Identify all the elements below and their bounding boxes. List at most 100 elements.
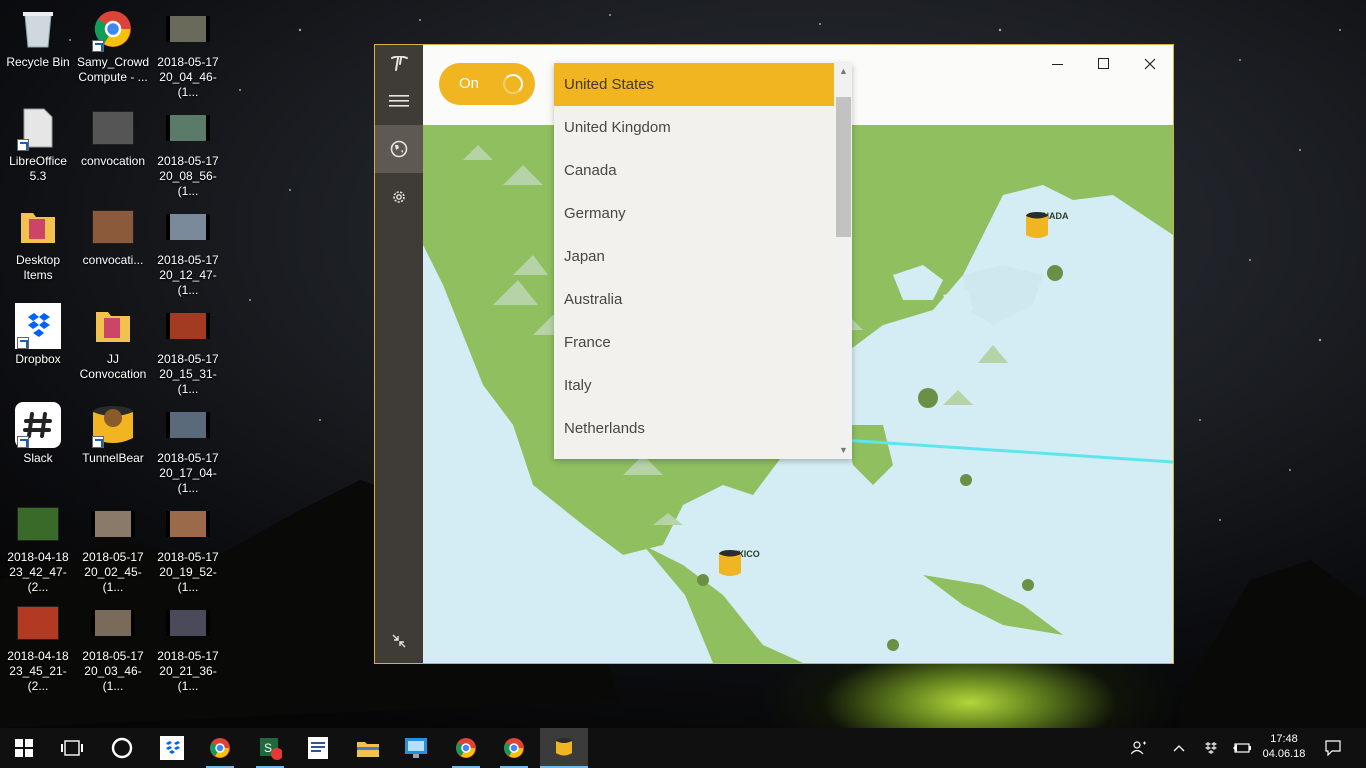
desktop-icon-image: [15, 501, 61, 547]
tunnelbear-window: On CANADA MEXICO United States United Ki…: [374, 44, 1174, 664]
desktop-icon[interactable]: 2018-05-17 20_17_04-(1...: [150, 402, 226, 496]
tunnel-line: [842, 438, 1173, 464]
canada-pin[interactable]: CANADA: [1024, 211, 1074, 238]
toggle-knob: [503, 74, 523, 94]
country-option[interactable]: Australia: [554, 278, 834, 321]
desktop-icon[interactable]: convocati...: [75, 204, 151, 268]
chrome-taskbar-icon-2[interactable]: [490, 728, 538, 768]
desktop-icon-label: 2018-04-18 23_42_47-(2...: [7, 550, 69, 594]
desktop-icon-label: JJ Convocation: [79, 352, 147, 381]
country-option[interactable]: Italy: [554, 364, 834, 407]
desktop-icon[interactable]: 2018-05-17 20_04_46-(1...: [150, 6, 226, 100]
country-dropdown[interactable]: United States United Kingdom Canada Germany…: [554, 63, 852, 459]
desktop-icon-label: 2018-05-17 20_19_52-(1...: [157, 550, 219, 594]
desktop-icon-label: convocati...: [82, 253, 144, 267]
desktop-icon-label: TunnelBear: [82, 451, 144, 465]
desktop-icon[interactable]: 2018-05-17 20_21_36-(1...: [150, 600, 226, 694]
desktop-icon[interactable]: JJ Convocation: [75, 303, 151, 382]
chevron-up-icon[interactable]: [1168, 728, 1190, 768]
globe-icon[interactable]: [375, 125, 423, 173]
chrome-canary-taskbar-icon[interactable]: [442, 728, 490, 768]
dropbox-taskbar-icon[interactable]: [148, 728, 196, 768]
minimize-button[interactable]: [1035, 49, 1081, 79]
country-option[interactable]: Japan: [554, 235, 834, 278]
desktop-icon-image: [90, 204, 136, 250]
notification-icon[interactable]: [1318, 728, 1348, 768]
desktop-icon-image: [15, 105, 61, 151]
chrome-taskbar-icon[interactable]: [196, 728, 244, 768]
word-taskbar-icon[interactable]: [294, 728, 342, 768]
country-option[interactable]: Netherlands: [554, 407, 834, 450]
task-view-icon[interactable]: [48, 728, 96, 768]
desktop-icon[interactable]: 2018-05-17 20_12_47-(1...: [150, 204, 226, 298]
desktop-icon-label: 2018-05-17 20_02_45-(1...: [82, 550, 144, 594]
desktop-icon[interactable]: Samy_Crowd Compute - ...: [75, 6, 151, 85]
taskbar-clock[interactable]: 17:48 04.06.18: [1256, 732, 1312, 762]
desktop-icon-image: [90, 402, 136, 448]
dropdown-scrollbar[interactable]: ▲ ▼: [835, 63, 852, 459]
desktop-icon-image: [15, 204, 61, 250]
desktop-icon-label: 2018-05-17 20_08_56-(1...: [157, 154, 219, 198]
toggle-label: On: [459, 75, 480, 92]
scroll-down-arrow[interactable]: ▼: [835, 442, 852, 459]
desktop-icon-label: Slack: [23, 451, 53, 465]
desktop-icon[interactable]: 2018-05-17 20_19_52-(1...: [150, 501, 226, 595]
scroll-thumb[interactable]: [836, 97, 851, 237]
desktop-icon[interactable]: Slack: [0, 402, 76, 466]
desktop-icon-image: [165, 204, 211, 250]
start-button[interactable]: [0, 728, 48, 768]
clock-date: 04.06.18: [1262, 748, 1306, 760]
country-option[interactable]: United States: [554, 63, 834, 106]
desktop-icon[interactable]: 2018-05-17 20_08_56-(1...: [150, 105, 226, 199]
desktop-icon-label: 2018-05-17 20_15_31-(1...: [157, 352, 219, 396]
country-option[interactable]: Canada: [554, 149, 834, 192]
tunnelbear-taskbar-icon[interactable]: [540, 728, 588, 768]
gear-icon[interactable]: [375, 173, 423, 221]
desktop-icon-image: [90, 600, 136, 646]
vpn-toggle[interactable]: On: [439, 63, 535, 105]
desktop-icon-image: [15, 303, 61, 349]
maximize-button[interactable]: [1081, 49, 1127, 79]
taskbar: S 35 17:48 04.06.18: [0, 728, 1366, 768]
file-explorer-icon[interactable]: [344, 728, 392, 768]
people-icon[interactable]: [1126, 728, 1152, 768]
close-button[interactable]: [1127, 49, 1173, 79]
desktop-icon-label: 2018-05-17 20_12_47-(1...: [157, 253, 219, 297]
mexico-pin[interactable]: MEXICO: [717, 549, 767, 576]
cortana-icon[interactable]: [98, 728, 146, 768]
desktop-icon[interactable]: 2018-05-17 20_15_31-(1...: [150, 303, 226, 397]
clock-time: 17:48: [1270, 733, 1298, 745]
desktop-icon[interactable]: LibreOffice 5.3: [0, 105, 76, 184]
scroll-up-arrow[interactable]: ▲: [835, 63, 852, 80]
battery-icon[interactable]: [1230, 728, 1254, 768]
dropbox-tray-icon[interactable]: [1200, 728, 1222, 768]
desktop-icon-label: 2018-05-17 20_03_46-(1...: [82, 649, 144, 693]
desktop-icon-image: [165, 105, 211, 151]
hamburger-icon[interactable]: [375, 77, 423, 125]
desktop-icon[interactable]: Dropbox: [0, 303, 76, 367]
control-panel-icon[interactable]: [392, 728, 440, 768]
desktop-icon[interactable]: 2018-04-18 23_45_21-(2...: [0, 600, 76, 694]
desktop-icon-image: [90, 6, 136, 52]
desktop-icon-label: 2018-05-17 20_17_04-(1...: [157, 451, 219, 495]
desktop-icon[interactable]: 2018-05-17 20_03_46-(1...: [75, 600, 151, 694]
country-option[interactable]: France: [554, 321, 834, 364]
country-option[interactable]: Germany: [554, 192, 834, 235]
desktop-icon-label: Dropbox: [15, 352, 61, 366]
desktop-icon[interactable]: 2018-04-18 23_42_47-(2...: [0, 501, 76, 595]
country-option[interactable]: United Kingdom: [554, 106, 834, 149]
desktop-icon[interactable]: TunnelBear: [75, 402, 151, 466]
desktop-icon-image: [90, 303, 136, 349]
desktop-icon[interactable]: convocation: [75, 105, 151, 169]
skype-taskbar-icon[interactable]: S 35: [246, 728, 519, 768]
desktop-icon-image: [165, 6, 211, 52]
desktop-icon[interactable]: Recycle Bin: [0, 6, 76, 70]
desktop-icon[interactable]: 2018-05-17 20_02_45-(1...: [75, 501, 151, 595]
svg-text:S: S: [264, 741, 272, 755]
collapse-icon[interactable]: [375, 617, 423, 663]
desktop-icon-label: Desktop Items: [15, 253, 61, 282]
desktop-icon[interactable]: Desktop Items: [0, 204, 76, 283]
desktop-icon-label: 2018-05-17 20_04_46-(1...: [157, 55, 219, 99]
desktop-icon-image: [90, 105, 136, 151]
desktop-icon-label: Samy_Crowd Compute - ...: [76, 55, 150, 84]
